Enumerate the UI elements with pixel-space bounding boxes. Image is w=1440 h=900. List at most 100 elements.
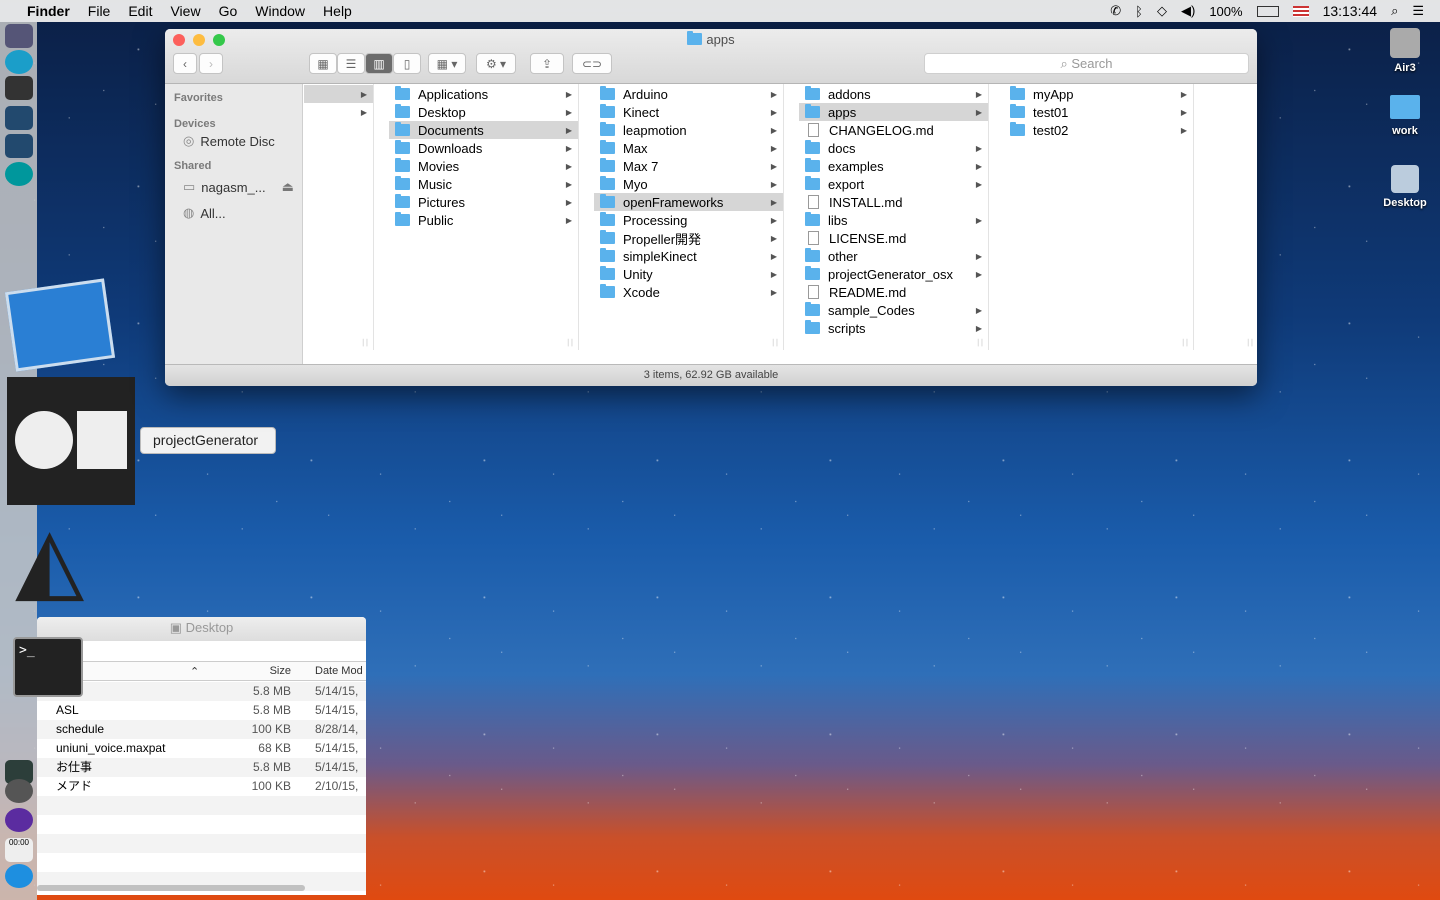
file-row[interactable]: Xcode ▶ [594, 283, 783, 301]
dock-app-icon[interactable] [5, 106, 33, 130]
horizontal-scrollbar[interactable] [37, 885, 305, 891]
column-resize-handle[interactable]: ⏐⏐ [566, 340, 574, 348]
dock-app-icon[interactable] [5, 50, 33, 74]
list-row[interactable]: お仕事 5.8 MB 5/14/15, [37, 758, 366, 777]
battery-percent[interactable]: 100% [1209, 4, 1242, 19]
dock-app-icon[interactable] [5, 24, 33, 48]
tags-button[interactable]: ⊂⊃ [572, 53, 612, 74]
dock-app-icon[interactable] [5, 76, 33, 100]
arrange-button[interactable]: ▦ ▾ [428, 53, 466, 74]
menu-file[interactable]: File [79, 3, 120, 19]
column-resize-handle[interactable]: ⏐⏐ [1246, 340, 1254, 348]
file-row[interactable]: scripts ▶ [799, 319, 988, 337]
openframeworks-icon[interactable] [7, 377, 135, 505]
file-row[interactable]: Arduino ▶ [594, 85, 783, 103]
clock[interactable]: 13:13:44 [1323, 3, 1378, 19]
desktop-icon-desktop[interactable]: Desktop [1370, 165, 1440, 209]
column-resize-handle[interactable]: ⏐⏐ [976, 340, 984, 348]
list-row[interactable]: schedule 100 KB 8/28/14, [37, 720, 366, 739]
file-row[interactable]: test02 ▶ [1004, 121, 1193, 139]
file-row[interactable]: INSTALL.md [799, 193, 988, 211]
file-row[interactable]: Pictures ▶ [389, 193, 578, 211]
list-row[interactable]: ASL 5.8 MB 5/14/15, [37, 701, 366, 720]
list-row[interactable]: メアド 100 KB 2/10/15, [37, 777, 366, 796]
eject-icon[interactable]: ⏏ [282, 179, 294, 195]
file-row[interactable]: Propeller開発 ▶ [594, 229, 783, 247]
file-row[interactable]: ▶ [304, 85, 373, 103]
coverflow-view-button[interactable]: ▯ [393, 53, 421, 74]
dock-app-icon[interactable] [5, 808, 33, 832]
spotlight-icon[interactable]: ⌕ [1391, 3, 1398, 19]
file-row[interactable]: ▶ [304, 103, 373, 121]
file-row[interactable]: Music ▶ [389, 175, 578, 193]
file-row[interactable]: Downloads ▶ [389, 139, 578, 157]
back-button[interactable]: ‹ [173, 53, 197, 74]
file-row[interactable]: Max 7 ▶ [594, 157, 783, 175]
notification-center-icon[interactable]: ☰ [1412, 3, 1424, 19]
unity-icon[interactable]: ◭ [15, 510, 120, 615]
volume-icon[interactable]: ◀) [1181, 3, 1195, 19]
sidebar-item-nagasm[interactable]: ▭ nagasm_... ⏏ [165, 176, 302, 198]
dock-app-icon[interactable] [5, 134, 33, 158]
terminal-icon[interactable]: >_ [13, 637, 83, 697]
file-row[interactable]: Processing ▶ [594, 211, 783, 229]
sidebar-item-all[interactable]: ◍ All... [165, 202, 302, 224]
column-resize-handle[interactable]: ⏐⏐ [361, 340, 369, 348]
file-row[interactable]: other ▶ [799, 247, 988, 265]
file-row[interactable]: Movies ▶ [389, 157, 578, 175]
file-row[interactable]: Max ▶ [594, 139, 783, 157]
file-row[interactable]: addons ▶ [799, 85, 988, 103]
file-row[interactable]: Myo ▶ [594, 175, 783, 193]
menu-finder[interactable]: Finder [18, 3, 79, 19]
file-row[interactable]: LICENSE.md [799, 229, 988, 247]
wifi-icon[interactable]: ◇ [1157, 3, 1167, 19]
file-row[interactable]: export ▶ [799, 175, 988, 193]
quicktime-icon[interactable] [5, 864, 33, 888]
file-row[interactable]: Desktop ▶ [389, 103, 578, 121]
file-row[interactable]: docs ▶ [799, 139, 988, 157]
list-view-button[interactable]: ☰ [337, 53, 365, 74]
phone-icon[interactable]: ✆ [1110, 3, 1121, 19]
file-row[interactable]: sample_Codes ▶ [799, 301, 988, 319]
file-row[interactable]: Public ▶ [389, 211, 578, 229]
column-header-date[interactable]: Date Mod [315, 665, 363, 677]
file-row[interactable]: apps ▶ [799, 103, 988, 121]
list-row[interactable]: 5.8 MB 5/14/15, [37, 682, 366, 701]
file-row[interactable]: README.md [799, 283, 988, 301]
forward-button[interactable]: › [199, 53, 223, 74]
battery-icon[interactable] [1256, 5, 1279, 17]
menu-edit[interactable]: Edit [119, 3, 161, 19]
sort-chevron-icon[interactable]: ⌃ [190, 665, 199, 678]
file-row[interactable]: Documents ▶ [389, 121, 578, 139]
file-row[interactable]: Kinect ▶ [594, 103, 783, 121]
column-resize-handle[interactable]: ⏐⏐ [1181, 340, 1189, 348]
menu-view[interactable]: View [161, 3, 209, 19]
share-button[interactable]: ⇪ [530, 53, 564, 74]
list-row[interactable]: uniuni_voice.maxpat 68 KB 5/14/15, [37, 739, 366, 758]
menu-window[interactable]: Window [246, 3, 314, 19]
file-row[interactable]: Unity ▶ [594, 265, 783, 283]
file-row[interactable]: examples ▶ [799, 157, 988, 175]
file-row[interactable]: Applications ▶ [389, 85, 578, 103]
icon-view-button[interactable]: ▦ [309, 53, 337, 74]
file-row[interactable]: CHANGELOG.md [799, 121, 988, 139]
desktop-icon-air3[interactable]: Air3 [1370, 28, 1440, 74]
search-input[interactable]: ⌕ Search [924, 53, 1249, 74]
menu-help[interactable]: Help [314, 3, 361, 19]
file-row[interactable]: openFrameworks ▶ [594, 193, 783, 211]
dock-clock-icon[interactable]: 00:00 [5, 838, 33, 862]
bluetooth-icon[interactable]: ᛒ [1135, 4, 1143, 19]
file-row[interactable]: leapmotion ▶ [594, 121, 783, 139]
column-resize-handle[interactable]: ⏐⏐ [771, 340, 779, 348]
column-view-button[interactable]: ▥ [365, 53, 393, 74]
xcode-icon[interactable] [4, 278, 116, 372]
file-row[interactable]: test01 ▶ [1004, 103, 1193, 121]
sidebar-item-remote-disc[interactable]: ◎ Remote Disc [165, 130, 302, 152]
arduino-icon[interactable] [5, 162, 33, 186]
file-row[interactable]: simpleKinect ▶ [594, 247, 783, 265]
file-row[interactable]: libs ▶ [799, 211, 988, 229]
action-gear-button[interactable]: ⚙ ▾ [476, 53, 516, 74]
file-row[interactable]: myApp ▶ [1004, 85, 1193, 103]
column-header-size[interactable]: Size [270, 665, 291, 677]
desktop-icon-work[interactable]: work [1370, 95, 1440, 137]
